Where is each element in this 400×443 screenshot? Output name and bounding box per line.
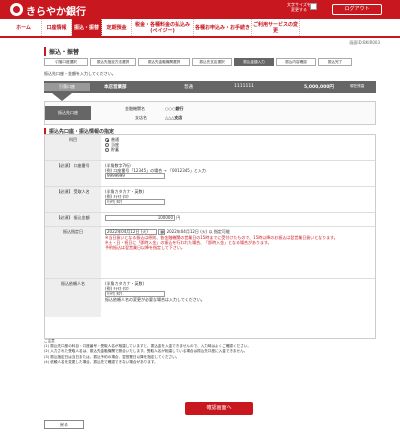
step-description: 振込先口座・金額を入力してください。 bbox=[44, 71, 116, 76]
step-5: 振込金額入力 bbox=[234, 58, 274, 66]
subject-options: 普通 当座 貯蓄 bbox=[105, 137, 375, 152]
amount-row: 【必須】 振込金額 100000 円 bbox=[45, 213, 375, 227]
amount-input[interactable]: 100000 bbox=[105, 215, 175, 221]
requester-note: 振込依頼人名の変更が必要な場合は入力してください。 bbox=[105, 297, 205, 302]
subject-option-savings[interactable]: 貯蓄 bbox=[105, 147, 375, 152]
account-number-input[interactable]: 9999999 bbox=[105, 173, 165, 179]
to-branch-label: 支店名 bbox=[135, 115, 147, 120]
nav-applications[interactable]: 各種お申込み・お手続き bbox=[194, 19, 252, 36]
recipient-label: 【必須】 受取人名 bbox=[45, 187, 101, 212]
nav-pay-easy[interactable]: 税金・各種料金の払込み(ペイジー) bbox=[132, 19, 194, 36]
font-size-label: 文字サイズを 変更する bbox=[287, 2, 311, 12]
page: きらやか銀行 文字サイズを 変更する ログアウト ホーム 口座情報 振込・振替 … bbox=[0, 0, 400, 443]
nav-time-deposit[interactable]: 定期預金 bbox=[102, 19, 132, 36]
to-bank-label: 金融機関名 bbox=[125, 106, 145, 111]
date-label: 振込指定日 bbox=[45, 227, 101, 278]
bank-name: きらやか銀行 bbox=[26, 7, 86, 18]
from-balance-label: 現在残高 bbox=[350, 84, 365, 88]
step-indicator: 引落口座選択 振込先指定方法選択 振込先金融機関選択 振込先支店選択 振込金額入… bbox=[44, 58, 374, 67]
screen-id: 画面ID:BKIR003 bbox=[349, 40, 380, 45]
page-title: 振込・振替 bbox=[44, 47, 79, 56]
step-1: 引落口座選択 bbox=[44, 58, 88, 66]
from-account-label: 引落口座 bbox=[44, 83, 90, 91]
back-button[interactable]: 戻る bbox=[44, 420, 84, 429]
date-note: 2022年04月12日 (火) 以 指定可能 bbox=[166, 229, 230, 234]
to-account-band: 振込先口座 金融機関名 ○○○銀行 支店名 △△△支店 bbox=[44, 101, 376, 125]
bank-logo-icon bbox=[10, 3, 23, 16]
header: きらやか銀行 文字サイズを 変更する ログアウト bbox=[0, 0, 400, 19]
logout-button[interactable]: ログアウト bbox=[332, 4, 382, 15]
confirm-button[interactable]: 確認画面へ bbox=[185, 402, 253, 415]
main-nav: ホーム 口座情報 振込・振替 定期預金 税金・各種料金の払込み(ペイジー) 各種… bbox=[0, 19, 400, 38]
date-warning-3: 予約振込は翌営業日以降を指定して下さい。 bbox=[105, 245, 185, 250]
from-number: 1111111 bbox=[234, 84, 255, 89]
to-account-label: 振込先口座 bbox=[45, 106, 91, 120]
step-4: 振込先支店選択 bbox=[192, 58, 232, 66]
step-2: 振込先指定方法選択 bbox=[90, 58, 136, 66]
subject-label: 科目 bbox=[45, 135, 101, 160]
note-item: (4) 依頼人名を変更した場合、振込先で確認できない場合があります。 bbox=[44, 359, 158, 364]
recipient-row: 【必須】 受取人名 (半角カタカナ・英数) (例) ｷﾗﾔｶ ﾀﾛｳ ｷﾗﾔｶ … bbox=[45, 187, 375, 213]
step-6: 振込内容確認 bbox=[276, 58, 316, 66]
to-branch-value: △△△支店 bbox=[165, 115, 183, 120]
nav-home[interactable]: ホーム bbox=[6, 19, 42, 36]
requester-label: 振込依頼人名 bbox=[45, 279, 101, 317]
nav-account-info[interactable]: 口座情報 bbox=[42, 19, 72, 36]
notes: ご注意 (1) 振込先口座の科目・口座番号・受取人名が相違していますと、振込金を… bbox=[44, 339, 376, 365]
amount-unit: 円 bbox=[176, 215, 181, 220]
content: 画面ID:BKIR003 振込・振替 引落口座選択 振込先指定方法選択 振込先金… bbox=[30, 38, 380, 433]
amount-label: 【必須】 振込金額 bbox=[45, 213, 101, 226]
radio-icon bbox=[105, 148, 109, 152]
from-branch: 本店営業部 bbox=[104, 85, 127, 90]
font-size-icon[interactable] bbox=[310, 3, 317, 10]
to-bank-value: ○○○銀行 bbox=[165, 106, 184, 111]
account-number-label: 【必須】 口座番号 bbox=[45, 161, 101, 186]
from-balance: 5,000,000円 bbox=[304, 85, 334, 90]
nav-transfer[interactable]: 振込・振替 bbox=[72, 19, 102, 36]
requester-row: 振込依頼人名 (半角カタカナ・英数) (例) ｷﾗﾔｶ ﾀﾛｳ ｷﾗﾔｶ ﾀﾛｳ… bbox=[45, 279, 375, 317]
down-arrow-icon bbox=[52, 93, 72, 101]
step-7: 振込完了 bbox=[318, 58, 352, 66]
subject-row: 科目 普通 当座 貯蓄 bbox=[45, 135, 375, 161]
nav-service-change[interactable]: ご利用サービスの変更 bbox=[252, 19, 300, 36]
from-account-band: 引落口座 本店営業部 普通 1111111 5,000,000円 現在残高 bbox=[44, 81, 376, 93]
date-row: 振込指定日 2022年04月12日 (火) ▦ 2022年04月12日 (火) … bbox=[45, 227, 375, 279]
account-number-row: 【必須】 口座番号 (半角数字7桁) (例) 口座番号「12345」の場合 → … bbox=[45, 161, 375, 187]
step-3: 振込先金融機関選択 bbox=[138, 58, 190, 66]
transfer-form: 科目 普通 当座 貯蓄 【必須】 口座番号 (半角数字7桁) (例) 口座番号「… bbox=[44, 134, 376, 339]
recipient-input[interactable]: ｷﾗﾔｶ ﾀﾛｳ bbox=[105, 199, 165, 205]
from-type: 普通 bbox=[184, 85, 193, 90]
